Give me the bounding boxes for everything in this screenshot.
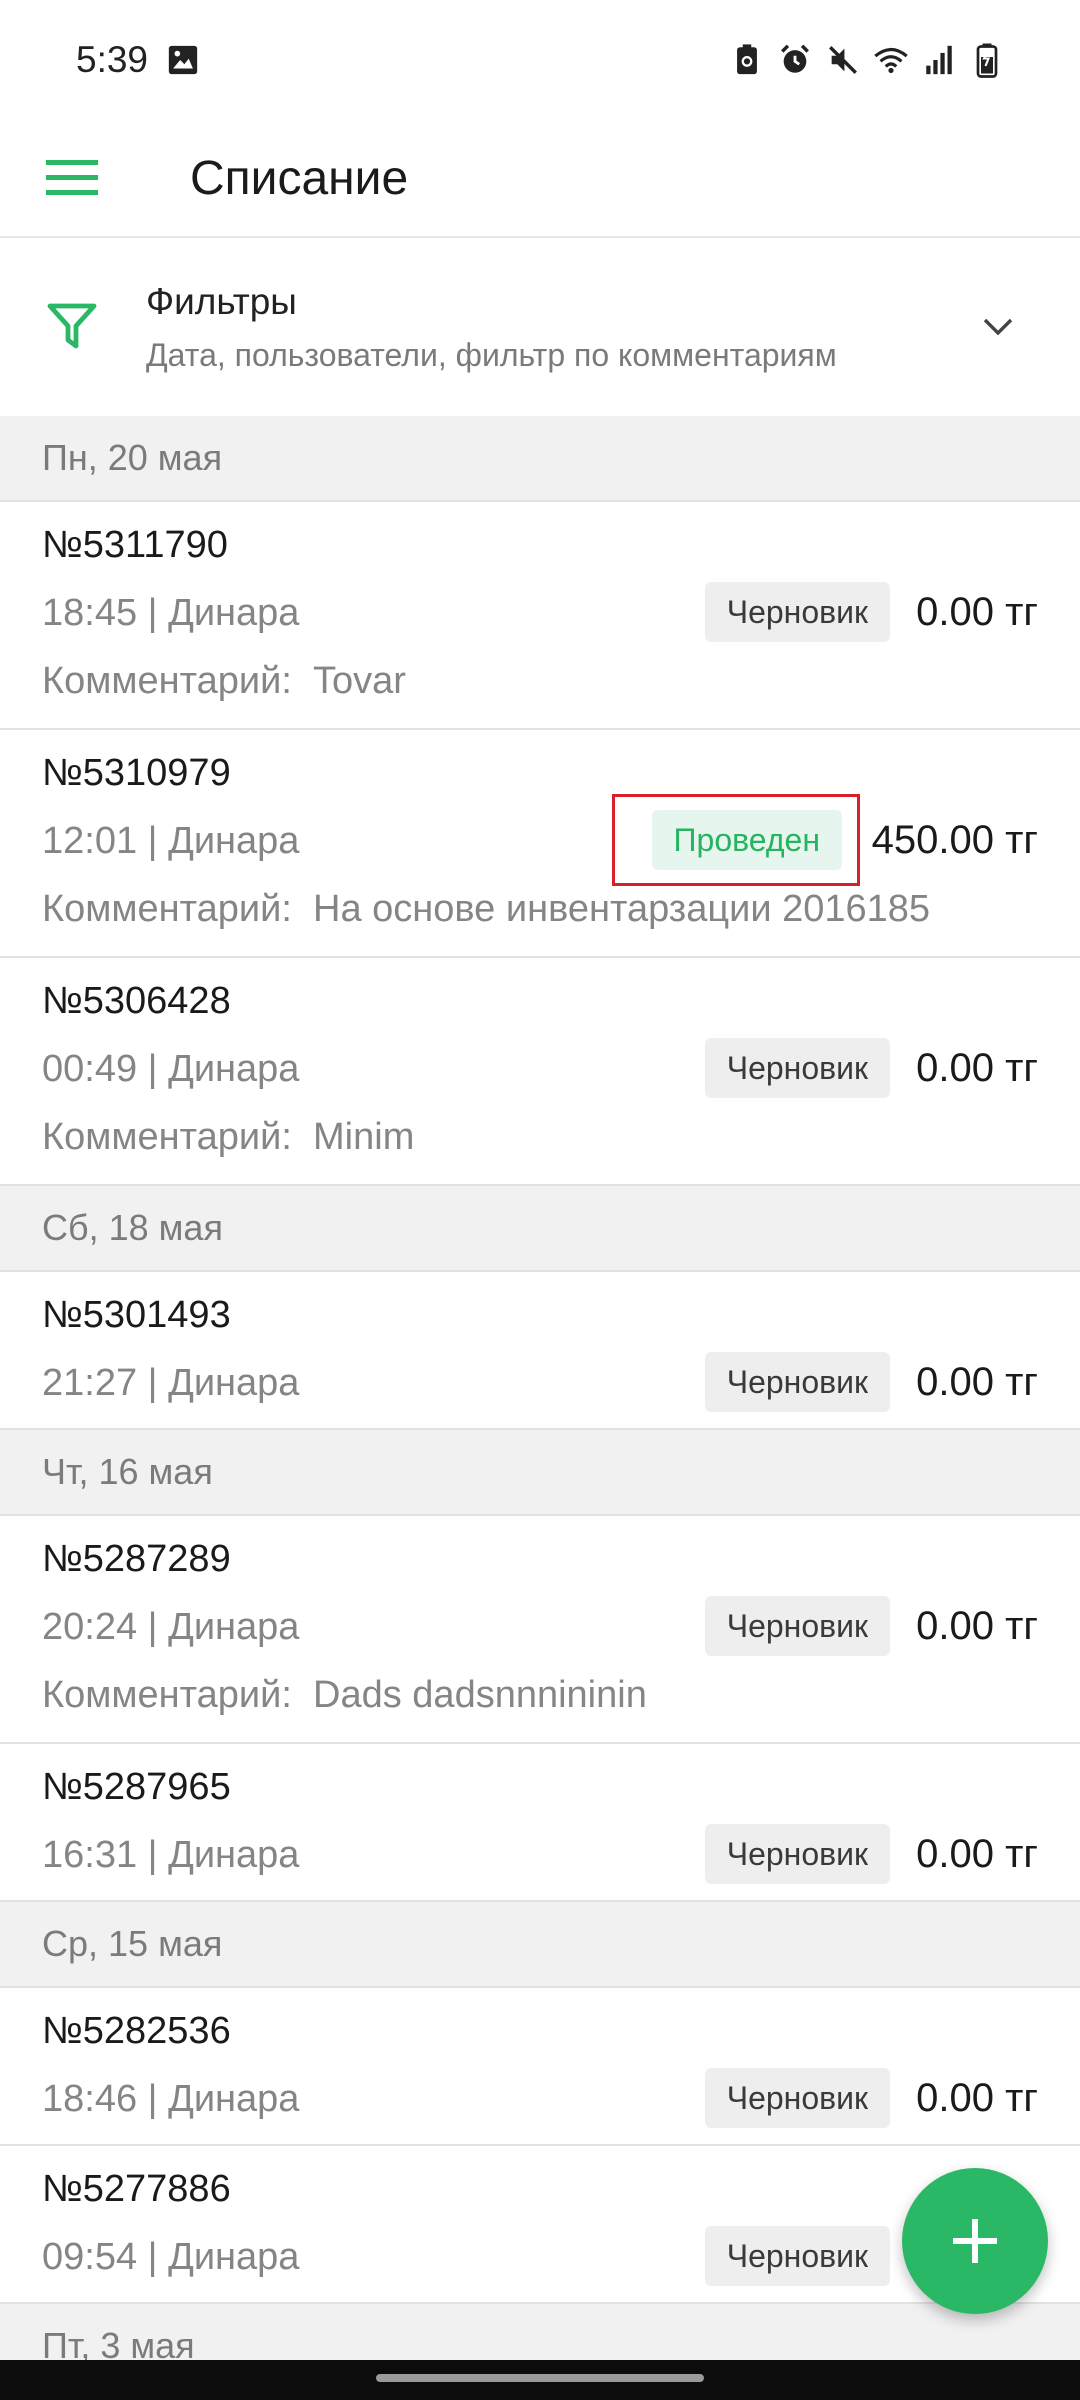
comment-text: На основе инвентарзации 2016185: [313, 888, 931, 930]
comment-label: Комментарий:: [42, 1116, 292, 1158]
document-amount: 0.00 тг: [916, 590, 1038, 634]
plus-icon: [953, 2219, 997, 2263]
status-badge: Черновик: [704, 2226, 890, 2286]
document-number: №5282536: [42, 2010, 231, 2052]
document-number: №5287289: [42, 1538, 231, 1580]
status-time: 5:39: [76, 39, 149, 80]
document-meta: 18:46 | Динара: [42, 2078, 300, 2120]
document-comment: Комментарий: Dads dadsnnnininin: [42, 1674, 647, 1717]
home-gesture-handle[interactable]: [376, 2374, 704, 2382]
battery-saver-icon: [730, 43, 764, 77]
document-amount: 0.00 тг: [916, 2076, 1038, 2120]
menu-icon: [46, 160, 98, 195]
document-number: №5287965: [42, 1766, 231, 1808]
document-number: №5306428: [42, 980, 231, 1022]
document-number: №5310979: [42, 752, 231, 794]
document-amount: 0.00 тг: [916, 1360, 1038, 1404]
comment-label: Комментарий:: [42, 1674, 292, 1716]
document-number: №5301493: [42, 1294, 231, 1336]
chevron-down-icon[interactable]: [968, 297, 1028, 357]
document-comment: Комментарий: Tovar: [42, 660, 406, 703]
comment-text: Minim: [313, 1116, 415, 1158]
list-item[interactable]: №5301493 21:27 | Динара Черновик 0.00 тг: [0, 1272, 1080, 1430]
status-bar: 5:39: [0, 0, 1080, 120]
signal-icon: [922, 43, 956, 77]
list-item[interactable]: №5310979 12:01 | Динара Проведен 450.00 …: [0, 730, 1080, 958]
document-amount: 0.00 тг: [916, 1832, 1038, 1876]
image-icon: [166, 43, 200, 77]
status-badge: Черновик: [704, 582, 890, 642]
document-meta: 16:31 | Динара: [42, 1834, 300, 1876]
page-title: Списание: [190, 151, 409, 205]
status-badge: Черновик: [704, 1038, 890, 1098]
list-item[interactable]: №5287289 20:24 | Динара Черновик 0.00 тг…: [0, 1516, 1080, 1744]
list-item[interactable]: №5287965 16:31 | Динара Черновик 0.00 тг: [0, 1744, 1080, 1902]
document-number: №5311790: [42, 524, 228, 566]
document-comment: Комментарий: Minim: [42, 1116, 414, 1159]
list-item[interactable]: №5282536 18:46 | Динара Черновик 0.00 тг: [0, 1988, 1080, 2146]
status-badge: Черновик: [704, 1352, 890, 1412]
status-badge: Черновик: [704, 2068, 890, 2128]
status-badge: Черновик: [704, 1824, 890, 1884]
document-meta: 00:49 | Динара: [42, 1048, 300, 1090]
document-meta: 18:45 | Динара: [42, 592, 300, 634]
wifi-icon: [874, 43, 908, 77]
comment-text: Dads dadsnnnininin: [313, 1674, 647, 1716]
list-item[interactable]: №5311790 18:45 | Динара Черновик 0.00 тг…: [0, 502, 1080, 730]
document-comment: Комментарий: На основе инвентарзации 201…: [42, 888, 930, 931]
filters-subtitle: Дата, пользователи, фильтр по комментари…: [146, 336, 837, 373]
app-bar: Списание: [0, 120, 1080, 238]
filters-panel[interactable]: Фильтры Дата, пользователи, фильтр по ко…: [0, 238, 1080, 416]
document-amount: 0.00 тг: [916, 1604, 1038, 1648]
comment-label: Комментарий:: [42, 888, 292, 930]
status-badge: Черновик: [704, 1596, 890, 1656]
document-meta: 09:54 | Динара: [42, 2236, 300, 2278]
document-number: №5277886: [42, 2168, 231, 2210]
document-meta: 21:27 | Динара: [42, 1362, 300, 1404]
document-meta: 20:24 | Динара: [42, 1606, 300, 1648]
document-amount: 0.00 тг: [916, 1046, 1038, 1090]
comment-text: Tovar: [313, 660, 406, 702]
date-header: Чт, 16 мая: [0, 1430, 1080, 1516]
date-header: Сб, 18 мая: [0, 1186, 1080, 1272]
filter-icon: [42, 297, 102, 357]
date-header: Ср, 15 мая: [0, 1902, 1080, 1988]
highlight-box: [612, 794, 860, 886]
document-meta: 12:01 | Динара: [42, 820, 300, 862]
document-list: Пн, 20 мая №5311790 18:45 | Динара Черно…: [0, 416, 1080, 2390]
mute-icon: [826, 43, 860, 77]
add-button[interactable]: [902, 2168, 1048, 2314]
alarm-icon: [778, 43, 812, 77]
list-item[interactable]: №5306428 00:49 | Динара Черновик 0.00 тг…: [0, 958, 1080, 1186]
menu-button[interactable]: [36, 142, 108, 214]
battery-icon: [970, 43, 1004, 78]
system-nav-bar: [0, 2360, 1080, 2400]
date-header: Пн, 20 мая: [0, 416, 1080, 502]
filters-title: Фильтры: [146, 280, 297, 322]
document-amount: 450.00 тг: [871, 818, 1038, 862]
comment-label: Комментарий:: [42, 660, 292, 702]
